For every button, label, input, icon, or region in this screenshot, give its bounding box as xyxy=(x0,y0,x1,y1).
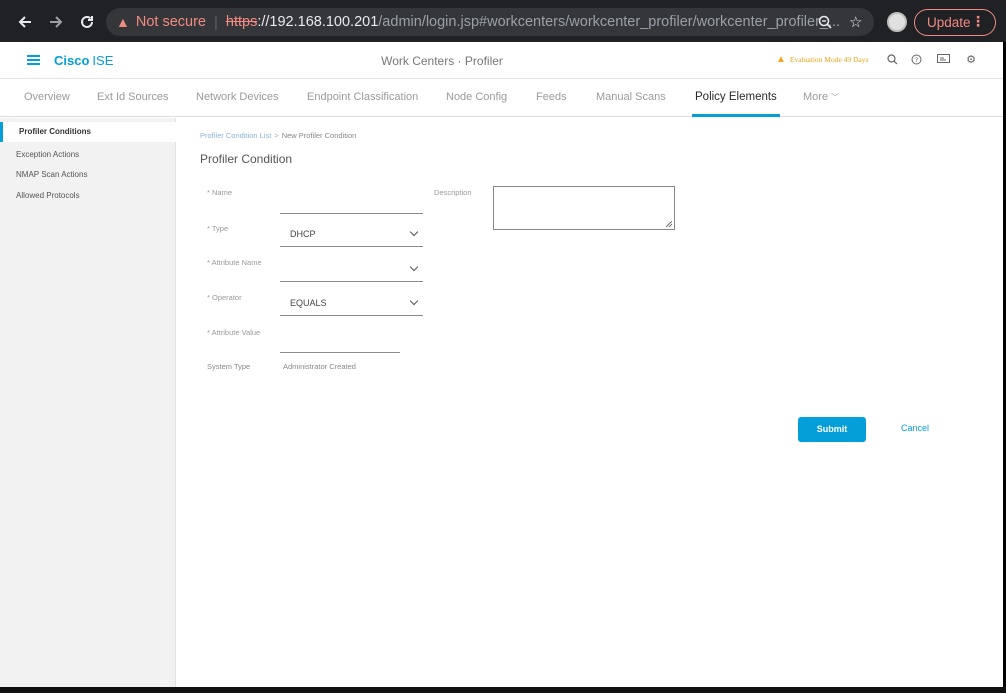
help-icon[interactable]: ? xyxy=(910,53,922,65)
system-type-value: Administrator Created xyxy=(283,362,356,371)
header-title: Work Centers · Profiler xyxy=(381,54,503,68)
evaluation-badge[interactable]: ▲ Evaluation Mode 49 Days xyxy=(776,54,868,65)
operator-select-value: EQUALS xyxy=(290,298,327,308)
url-protocol: https xyxy=(225,14,258,30)
notifications-icon[interactable] xyxy=(936,53,950,65)
type-label: * Type xyxy=(207,224,229,233)
attribute-value-label: * Attribute Value xyxy=(207,328,261,337)
attribute-name-select[interactable] xyxy=(280,254,423,282)
chevron-down-icon xyxy=(409,296,419,306)
sidebar-item-exception-actions[interactable]: Exception Actions xyxy=(0,150,176,159)
tab-more[interactable]: More ﹀ xyxy=(803,79,839,117)
url-path: /admin/login.jsp#workcenters/workcenter_… xyxy=(378,14,841,30)
warning-triangle-icon: ▲ xyxy=(116,14,130,30)
work-center-tabs: Overview Ext Id Sources Network Devices … xyxy=(0,79,1003,117)
system-type-label: System Type xyxy=(207,362,251,371)
type-select-value: DHCP xyxy=(290,229,316,239)
sidebar-item-profiler-conditions[interactable]: Profiler Conditions xyxy=(0,122,176,142)
attribute-name-label: * Attribute Name xyxy=(207,258,262,267)
breadcrumb: Profiler Condition List > New Profiler Con… xyxy=(200,131,356,140)
browser-toolbar: ▲ Not secure | https ://192.168.100.201 … xyxy=(0,0,1006,42)
url-host: ://192.168.100.201 xyxy=(257,14,379,30)
breadcrumb-chevron-icon: > xyxy=(274,131,279,140)
tab-endpoint-classification[interactable]: Endpoint Classification xyxy=(307,79,418,117)
chevron-down-icon: ﹀ xyxy=(831,93,840,102)
search-icon[interactable] xyxy=(886,53,898,65)
attribute-value-input[interactable] xyxy=(280,333,400,353)
back-arrow-icon[interactable] xyxy=(10,7,40,37)
cancel-button[interactable]: Cancel xyxy=(901,423,929,433)
zoom-icon[interactable] xyxy=(818,8,832,36)
os-taskbar xyxy=(0,687,1006,693)
update-label: Update xyxy=(927,15,971,30)
reload-icon[interactable] xyxy=(72,7,102,37)
operator-select[interactable]: EQUALS xyxy=(280,288,423,316)
submit-button[interactable]: Submit xyxy=(798,417,866,442)
url-separator: | xyxy=(213,13,218,31)
ise-app: Cisco ISE Work Centers · Profiler ▲ Evalu… xyxy=(0,42,1003,687)
sidebar-item-allowed-protocols[interactable]: Allowed Protocols xyxy=(0,191,176,200)
chevron-down-icon xyxy=(409,262,419,272)
address-bar[interactable]: ▲ Not secure | https ://192.168.100.201 … xyxy=(106,8,874,36)
operator-label: * Operator xyxy=(207,293,242,302)
not-secure-label[interactable]: Not secure xyxy=(136,14,206,30)
forward-arrow-icon[interactable] xyxy=(41,7,71,37)
settings-gear-icon[interactable]: ⚙ xyxy=(965,53,977,66)
tab-node-config[interactable]: Node Config xyxy=(446,79,507,117)
more-vert-icon: ⋮ xyxy=(971,13,985,29)
description-textarea[interactable] xyxy=(493,186,675,230)
page-title: Profiler Condition xyxy=(200,152,293,166)
tab-ext-id-sources[interactable]: Ext Id Sources xyxy=(97,79,169,117)
bookmark-star-icon[interactable]: ☆ xyxy=(849,8,862,36)
tab-manual-scans[interactable]: Manual Scans xyxy=(596,79,666,117)
evaluation-text: Evaluation Mode 49 Days xyxy=(789,55,869,64)
chevron-down-icon xyxy=(409,227,419,237)
tab-more-label: More xyxy=(803,91,829,103)
update-button[interactable]: Update ⋮ xyxy=(914,9,996,36)
breadcrumb-current: New Profiler Condition xyxy=(281,131,357,140)
app-header: Cisco ISE Work Centers · Profiler ▲ Evalu… xyxy=(0,42,1003,79)
svg-text:?: ? xyxy=(914,56,917,64)
warning-triangle-icon: ▲ xyxy=(776,54,786,65)
breadcrumb-parent-link[interactable]: Profiler Condition List xyxy=(200,131,271,140)
description-label: Description xyxy=(434,188,472,197)
tab-feeds[interactable]: Feeds xyxy=(536,79,567,117)
name-input[interactable] xyxy=(280,194,423,214)
tab-policy-elements[interactable]: Policy Elements xyxy=(692,79,780,117)
type-select[interactable]: DHCP xyxy=(280,219,423,247)
tab-overview[interactable]: Overview xyxy=(24,79,70,117)
left-sidebar: Profiler Conditions Exception Actions NM… xyxy=(0,118,176,687)
main-content: Profiler Condition List > New Profiler Con… xyxy=(176,118,1003,687)
sidebar-item-nmap-scan-actions[interactable]: NMAP Scan Actions xyxy=(0,170,176,179)
profile-avatar[interactable] xyxy=(887,12,907,32)
name-label: * Name xyxy=(207,188,233,197)
tab-network-devices[interactable]: Network Devices xyxy=(196,79,279,117)
